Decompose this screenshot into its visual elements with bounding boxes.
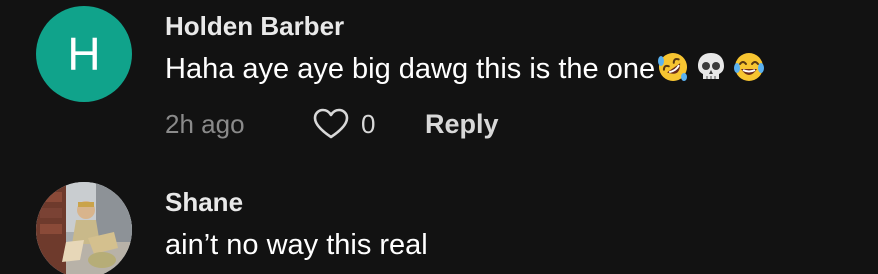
avatar-initial: H [67, 28, 101, 80]
comment-timestamp: 2h ago [165, 108, 245, 139]
skull-emoji-icon [695, 51, 727, 83]
like-button[interactable]: 0 [313, 108, 425, 140]
comment-item: H Holden Barber Haha aye aye big dawg th… [0, 0, 878, 176]
comment-item: Shane ain’t no way this real [0, 176, 878, 274]
comment-text: Haha aye aye big dawg this is the one [165, 53, 656, 85]
comment-author[interactable]: Shane [165, 187, 243, 218]
comment-author[interactable]: Holden Barber [165, 11, 344, 42]
reply-button[interactable]: Reply [425, 109, 499, 140]
avatar-photo-image [36, 182, 132, 274]
avatar[interactable]: H [36, 6, 132, 102]
face-with-tears-of-joy-emoji-icon [733, 51, 765, 83]
heart-icon [313, 108, 349, 140]
comment-meta: 2h ago 0 Reply [165, 106, 499, 142]
comment-text: ain’t no way this real [165, 229, 428, 261]
emoji-group [657, 51, 765, 83]
like-count: 0 [361, 108, 376, 139]
avatar[interactable] [36, 182, 132, 274]
rolling-on-floor-laughing-emoji-icon [657, 51, 689, 83]
comment-text-container: Haha aye aye big dawg this is the one [165, 53, 765, 86]
comment-list: H Holden Barber Haha aye aye big dawg th… [0, 0, 878, 274]
